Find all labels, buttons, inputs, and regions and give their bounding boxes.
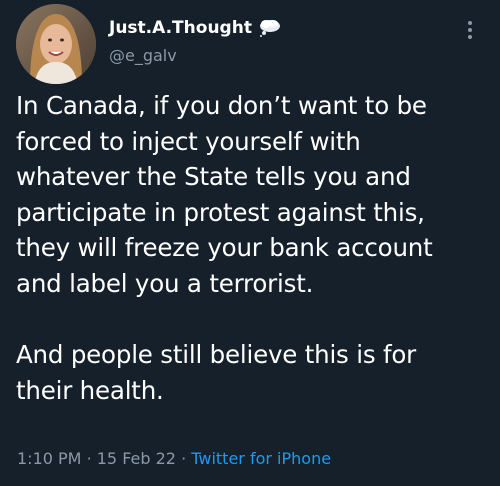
tweet-paragraph-2: And people still believe this is for the…	[16, 340, 417, 405]
tweet-paragraph-1: In Canada, if you don’t want to be force…	[16, 91, 433, 298]
tweet-header: Just.A.Thought @e_galv	[16, 4, 484, 84]
meta-separator: ·	[181, 449, 187, 468]
user-handle[interactable]: @e_galv	[109, 46, 177, 65]
display-name[interactable]: Just.A.Thought	[109, 18, 252, 38]
tweet-source-link[interactable]: Twitter for iPhone	[191, 449, 331, 468]
tweet-time[interactable]: 1:10 PM	[17, 449, 81, 468]
more-options-icon[interactable]	[460, 18, 480, 42]
tweet-metadata: 1:10 PM · 15 Feb 22 · Twitter for iPhone	[17, 449, 331, 468]
meta-separator: ·	[86, 449, 92, 468]
tweet-date[interactable]: 15 Feb 22	[97, 449, 176, 468]
thought-bubble-icon	[258, 19, 282, 37]
name-row: Just.A.Thought	[109, 15, 282, 41]
avatar[interactable]	[16, 4, 96, 84]
tweet: Just.A.Thought @e_galv In Canada, if you…	[0, 0, 500, 486]
tweet-text: In Canada, if you don’t want to be force…	[16, 88, 494, 408]
